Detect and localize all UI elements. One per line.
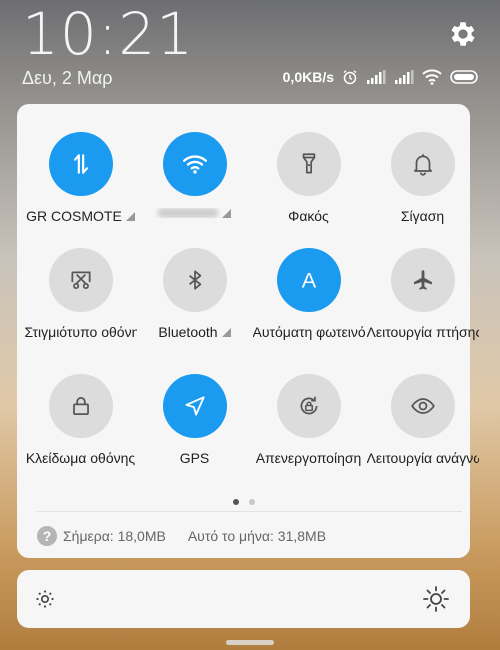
brightness-low-icon (36, 590, 54, 608)
tile-label: GPS (139, 450, 251, 466)
tile-label-text: Φακός (288, 208, 329, 224)
toggle-airplane[interactable] (390, 248, 455, 312)
tile-wifi[interactable] (137, 132, 252, 218)
tile-label: Κλείδωμα οθόνης (25, 450, 137, 466)
tile-label-text: Κλείδωμα οθόνης (25, 450, 136, 466)
tile-label-text: Απενεργοποίηση (255, 450, 362, 466)
airplane-icon (413, 270, 432, 290)
tile-label-text: Λειτουργία ανάγνωσης (366, 450, 479, 466)
drag-handle[interactable] (226, 640, 274, 645)
alarm-icon (343, 70, 357, 85)
toggle-gps[interactable] (162, 374, 227, 438)
tile-bluetooth[interactable]: Bluetooth (137, 248, 252, 340)
tile-data[interactable]: GR COSMOTE (23, 132, 138, 224)
page-dot[interactable] (248, 499, 255, 505)
tile-label: Απενεργοποίηση (253, 450, 365, 466)
signal-icon-1 (367, 70, 386, 84)
tile-label: GR COSMOTE (25, 208, 137, 224)
toggle-wifi[interactable] (162, 132, 227, 196)
data-transfer-icon (73, 154, 88, 174)
status-bar: 10:21 Δευ, 2 Μαρ 0,0KB/s (0, 0, 500, 100)
toggle-screenshot[interactable] (48, 248, 113, 312)
tile-label-text: Σίγαση (400, 208, 445, 224)
tile-airplane[interactable]: Λειτουργία πτήσης (365, 248, 480, 340)
tile-label: Σίγαση (367, 208, 479, 224)
tile-silent[interactable]: Σίγαση (365, 132, 480, 224)
brightness-slider[interactable] (17, 570, 470, 628)
auto-brightness-icon: A (301, 268, 316, 293)
network-speed: 0,0KB/s (282, 69, 334, 85)
help-icon: ? (37, 526, 57, 546)
tile-label: Αυτόματη φωτεινότητα (253, 324, 365, 340)
usage-month: Αυτό το μήνα: 31,8MB (187, 528, 327, 544)
battery-icon (450, 70, 478, 84)
wifi-icon (182, 155, 207, 174)
tile-label: Στιγμιότυπο οθόνης (25, 324, 137, 340)
tile-label (139, 208, 251, 218)
bluetooth-icon (188, 270, 201, 290)
signal-icon-2 (395, 70, 414, 84)
tile-label-text: Αυτόματη φωτεινότητα (252, 324, 365, 340)
toggle-lock[interactable] (48, 374, 113, 438)
quick-settings-panel: GR COSMOTE Φακός Σίγαση Στιγμιότυπο οθόνης B… (17, 104, 479, 558)
expand-corner-icon[interactable] (221, 327, 231, 337)
bell-icon (413, 154, 432, 176)
tile-rotation[interactable]: Απενεργοποίηση (251, 374, 366, 466)
tile-gps[interactable]: GPS (137, 374, 252, 466)
toggle-rotation[interactable] (276, 374, 341, 438)
eye-icon (410, 398, 435, 414)
tile-label-text: GPS (179, 450, 210, 466)
screenshot-icon (70, 271, 91, 289)
tile-label: Λειτουργία πτήσης (367, 324, 479, 340)
toggle-silent[interactable] (390, 132, 455, 196)
toggle-bluetooth[interactable] (162, 248, 227, 312)
divider (37, 511, 462, 512)
lock-icon (72, 397, 89, 415)
brightness-high-icon (423, 586, 449, 612)
tile-label-text: Bluetooth (158, 324, 218, 340)
rotation-lock-icon (300, 396, 317, 415)
data-usage[interactable]: ? Σήμερα: 18,0MB Αυτό το μήνα: 31,8MB (37, 525, 326, 547)
tile-autobrightness[interactable]: A Αυτόματη φωτεινότητα (251, 248, 366, 340)
tile-flashlight[interactable]: Φακός (251, 132, 366, 224)
tile-label-text: Στιγμιότυπο οθόνης (24, 324, 137, 340)
date: Δευ, 2 Μαρ (22, 68, 113, 88)
toggle-autobrightness[interactable]: A (276, 248, 341, 312)
tile-label-text: GR COSMOTE (26, 208, 122, 224)
tile-label: Λειτουργία ανάγνωσης (367, 450, 479, 466)
wifi-status-icon (422, 69, 442, 85)
page-dot-active[interactable] (232, 499, 239, 505)
gear-icon[interactable] (447, 18, 479, 50)
svg-text:A: A (301, 268, 316, 293)
tile-screenshot[interactable]: Στιγμιότυπο οθόνης (23, 248, 138, 340)
expand-corner-icon[interactable] (222, 208, 231, 218)
tile-lock[interactable]: Κλείδωμα οθόνης (23, 374, 138, 466)
page-indicator (17, 499, 470, 505)
expand-corner-icon[interactable] (125, 211, 135, 221)
toggle-reading[interactable] (390, 374, 455, 438)
system-indicators: 0,0KB/s (283, 67, 480, 87)
usage-today: Σήμερα: 18,0MB (63, 528, 166, 544)
toggle-data[interactable] (48, 132, 113, 196)
toggle-flashlight[interactable] (276, 132, 341, 196)
tile-label-text: Λειτουργία πτήσης (366, 324, 479, 340)
clock: 10:21 (22, 0, 195, 68)
redacted-network-name (158, 208, 218, 218)
location-icon (184, 396, 205, 416)
tile-label: Bluetooth (139, 324, 251, 340)
tile-reading[interactable]: Λειτουργία ανάγνωσης (365, 374, 480, 466)
flashlight-icon (302, 153, 315, 174)
tile-label: Φακός (253, 208, 365, 224)
